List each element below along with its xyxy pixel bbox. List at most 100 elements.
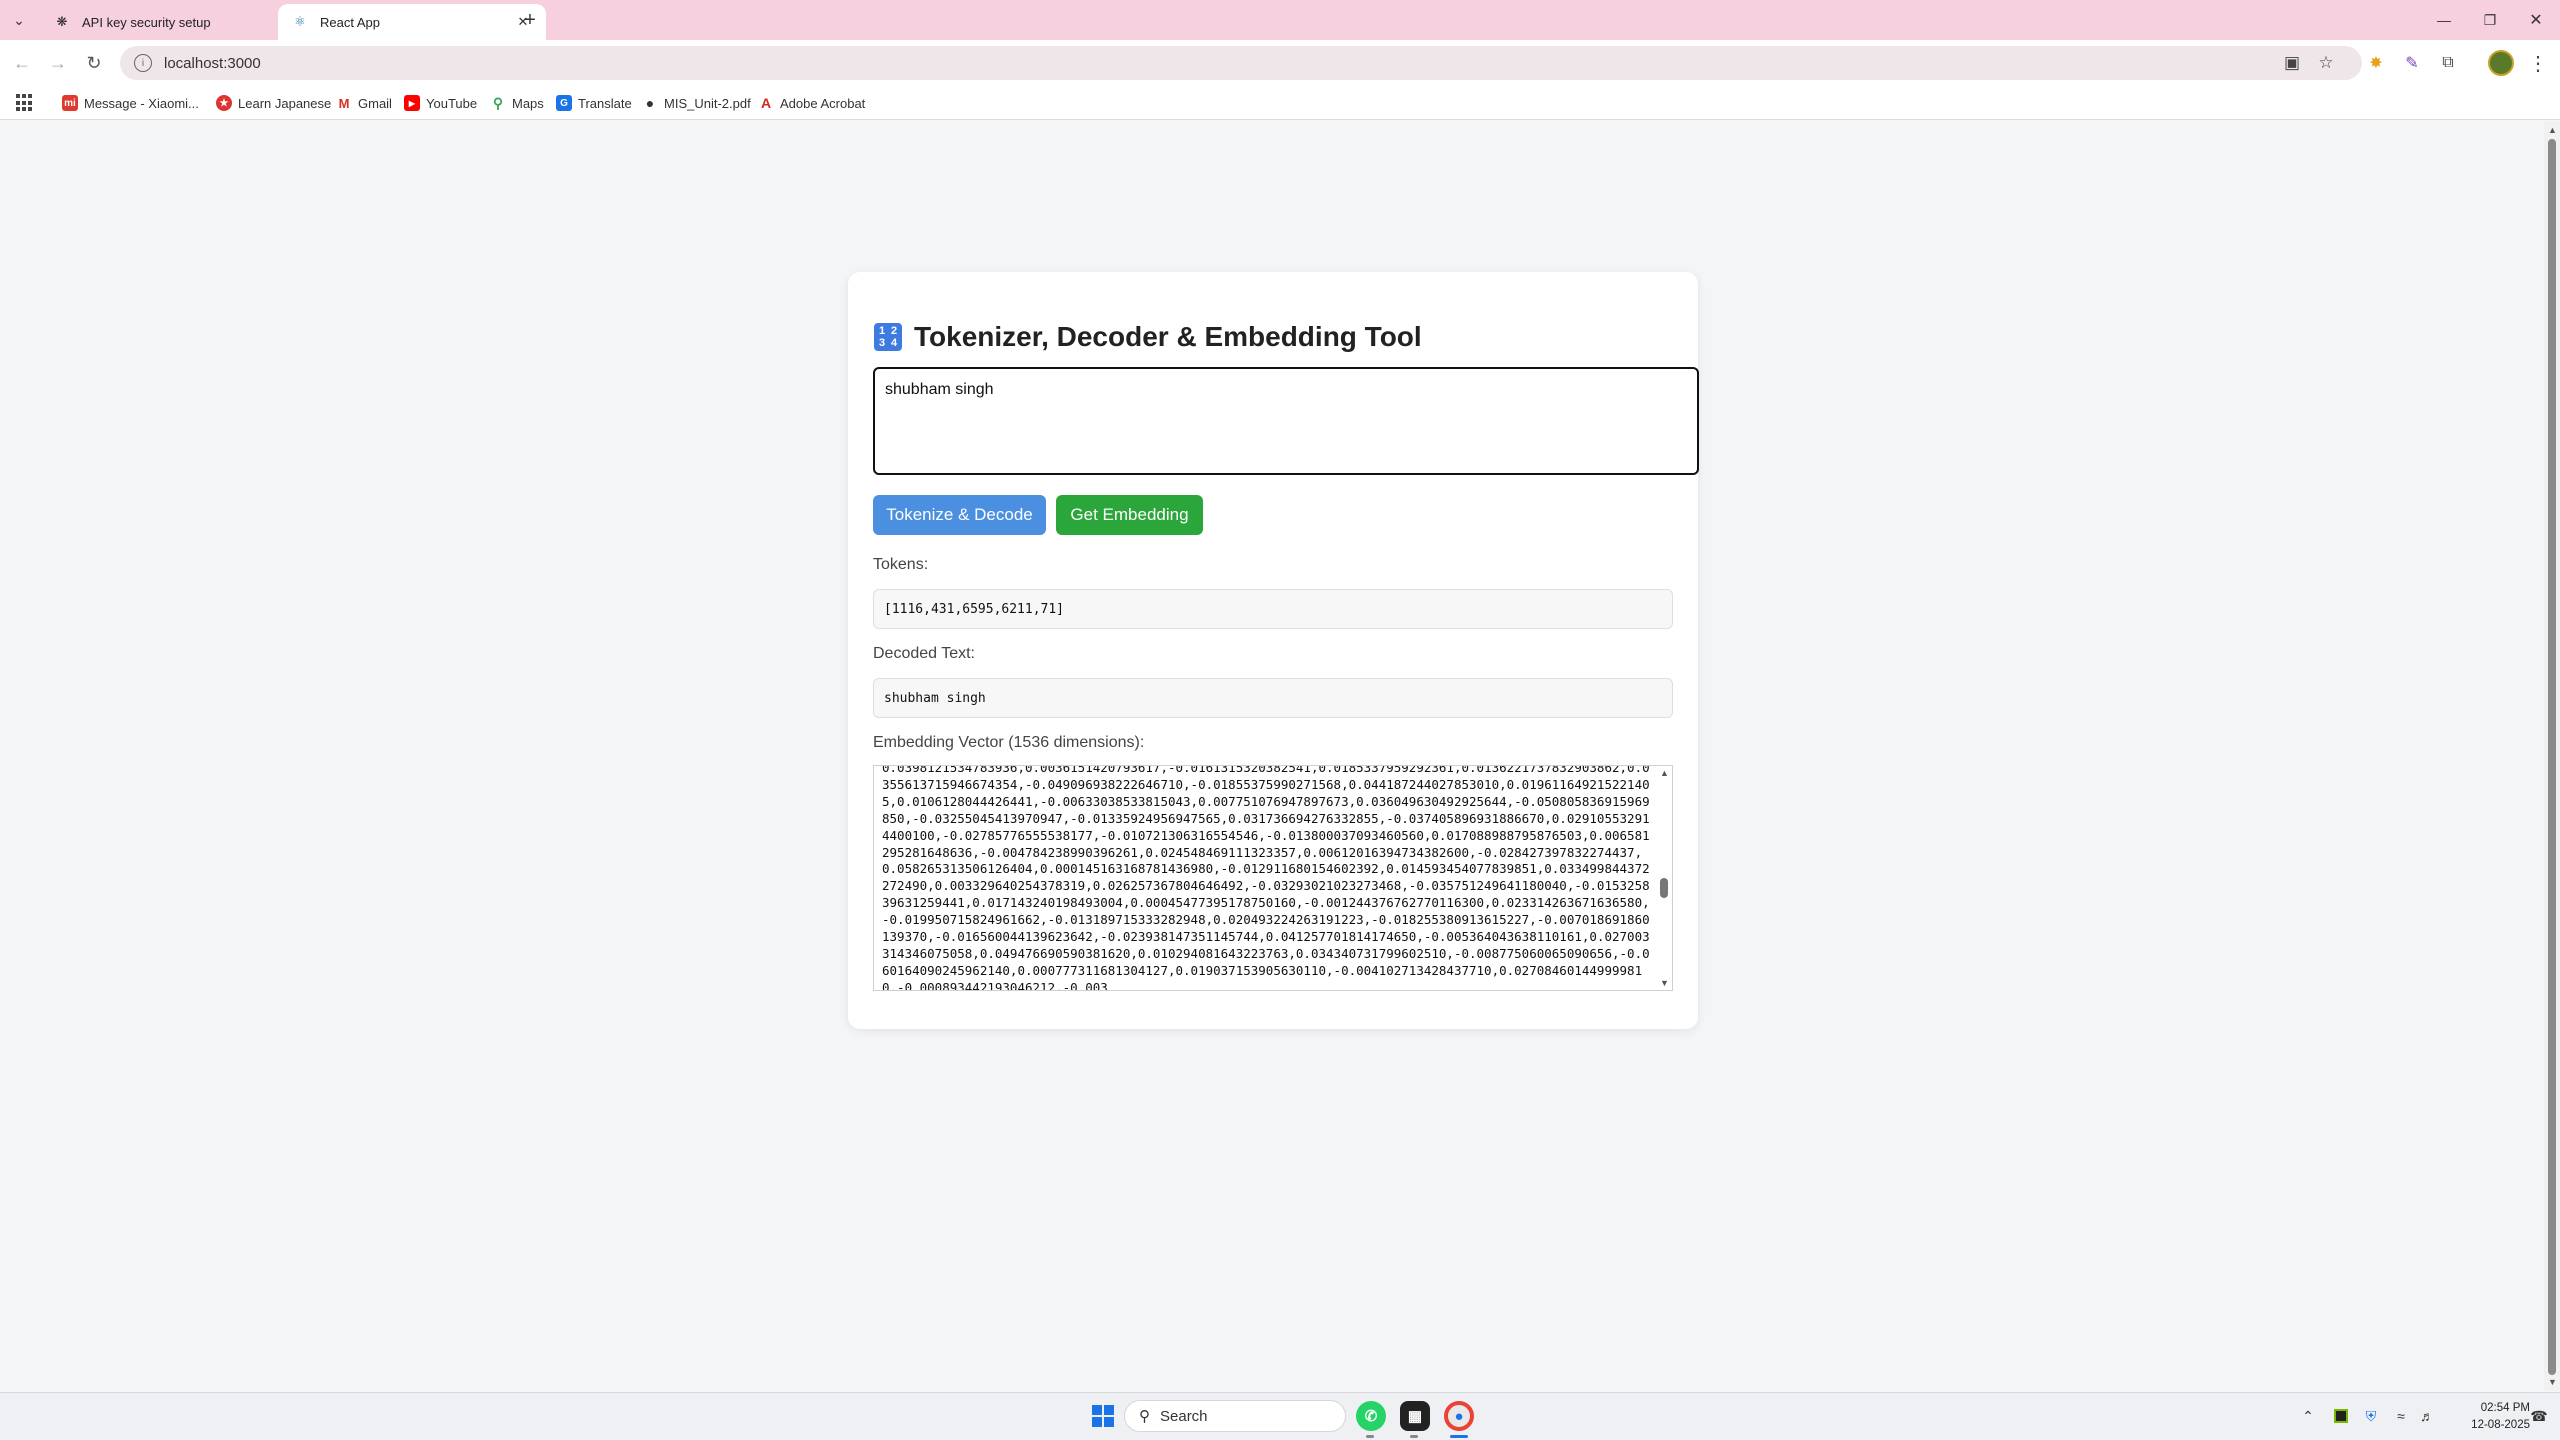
embedding-scrollbar[interactable]: ▲ ▼ bbox=[1656, 766, 1672, 990]
translate-icon: G bbox=[556, 95, 572, 111]
bookmark-gmail[interactable]: M Gmail bbox=[336, 93, 392, 113]
tab-react-app[interactable]: ⚛ React App ✕ bbox=[278, 4, 546, 40]
chevron-down-icon: ⌄ bbox=[13, 11, 25, 28]
page-viewport: 1 2 3 4 Tokenizer, Decoder & Embedding T… bbox=[0, 121, 2543, 1391]
terminal-app-icon[interactable]: ▦ bbox=[1400, 1401, 1430, 1431]
nvidia-icon[interactable] bbox=[2332, 1405, 2350, 1427]
browser-toolbar: ← → ↻ i localhost:3000 ▣ ☆ ✸ ✎ ⧉ ⋮ bbox=[0, 40, 2560, 86]
notification-bell-icon[interactable]: ☎ bbox=[2530, 1405, 2548, 1427]
tokens-output: [1116,431,6595,6211,71] bbox=[873, 589, 1673, 629]
bookmark-label: Translate bbox=[578, 95, 632, 111]
more-menu-icon[interactable]: ⋮ bbox=[2526, 51, 2550, 75]
title-text: Tokenizer, Decoder & Embedding Tool bbox=[914, 321, 1422, 352]
bookmark-label: Learn Japanese bbox=[238, 95, 332, 111]
maps-icon: ⚲ bbox=[490, 95, 506, 111]
search-placeholder: Search bbox=[1160, 1407, 1208, 1425]
globe-icon: ● bbox=[642, 95, 658, 111]
bookmark-maps[interactable]: ⚲ Maps bbox=[490, 93, 544, 113]
decoded-text-label: Decoded Text: bbox=[873, 645, 975, 662]
app-indicator bbox=[1366, 1435, 1374, 1438]
forward-button[interactable]: → bbox=[44, 49, 72, 77]
scroll-down-icon[interactable]: ▼ bbox=[2548, 1377, 2557, 1387]
tab-title: API key security setup bbox=[82, 14, 211, 30]
bookmark-label: MIS_Unit-2.pdf bbox=[664, 95, 751, 111]
back-button[interactable]: ← bbox=[8, 49, 36, 77]
chevron-up-icon[interactable]: ⌃ bbox=[2300, 1405, 2316, 1427]
scroll-down-icon[interactable]: ▼ bbox=[1660, 978, 1669, 988]
embedding-output[interactable]: 0.0398121534783936,0.0036151420793617,-0… bbox=[873, 765, 1673, 991]
tab-strip: ⌄ ❋ API key security setup ✕ ⚛ React App… bbox=[0, 0, 2560, 40]
whatsapp-icon[interactable]: ✆ bbox=[1356, 1401, 1386, 1431]
install-app-icon[interactable]: ▣ bbox=[2280, 51, 2304, 75]
embedding-vector-text: 0.0398121534783936,0.0036151420793617,-0… bbox=[882, 765, 1650, 991]
numbers-icon: 1 2 3 4 bbox=[874, 323, 902, 351]
tokenize-decode-button[interactable]: Tokenize & Decode bbox=[873, 495, 1046, 535]
date: 12-08-2025 bbox=[2471, 1419, 2530, 1431]
bookmark-label: YouTube bbox=[426, 95, 478, 111]
bookmark-label: Message - Xiaomi... bbox=[84, 95, 199, 111]
extensions-icon[interactable]: ⧉ bbox=[2436, 51, 2460, 75]
minimize-button[interactable]: — bbox=[2428, 6, 2460, 34]
scroll-thumb[interactable] bbox=[2548, 139, 2556, 1375]
apps-grid-icon[interactable] bbox=[16, 94, 34, 112]
text-input[interactable]: shubham singh bbox=[873, 367, 1699, 475]
bookmark-mis-unit-2[interactable]: ● MIS_Unit-2.pdf bbox=[642, 93, 751, 113]
bookmark-xiaomi[interactable]: mi Message - Xiaomi... bbox=[62, 93, 199, 113]
japanese-icon: ★ bbox=[216, 95, 232, 111]
tool-card: 1 2 3 4 Tokenizer, Decoder & Embedding T… bbox=[848, 272, 1699, 1029]
arrow-left-icon: ← bbox=[13, 52, 31, 73]
gmail-icon: M bbox=[336, 95, 352, 111]
reload-button[interactable]: ↻ bbox=[80, 49, 108, 77]
time: 02:54 PM bbox=[2480, 1402, 2530, 1414]
bookmark-youtube[interactable]: ▶ YouTube bbox=[404, 93, 477, 113]
search-icon: ⚲ bbox=[1139, 1408, 1150, 1425]
bookmark-adobe-acrobat[interactable]: A Adobe Acrobat bbox=[758, 93, 865, 113]
bookmarks-bar: mi Message - Xiaomi... ★ Learn Japanese … bbox=[0, 86, 2560, 120]
chrome-icon[interactable]: ● bbox=[1444, 1401, 1474, 1431]
restore-button[interactable]: ❐ bbox=[2474, 6, 2506, 34]
minimize-icon: — bbox=[2437, 12, 2451, 28]
avatar[interactable] bbox=[2488, 50, 2514, 76]
bookmark-label: Adobe Acrobat bbox=[780, 95, 866, 111]
bookmark-translate[interactable]: G Translate bbox=[556, 93, 632, 113]
page-title: 1 2 3 4 Tokenizer, Decoder & Embedding T… bbox=[874, 321, 1422, 353]
bookmark-label: Maps bbox=[512, 95, 544, 111]
decoded-text-output: shubham singh bbox=[873, 678, 1673, 718]
react-icon: ⚛ bbox=[294, 14, 306, 29]
tab-title: React App bbox=[320, 14, 380, 30]
close-icon: ✕ bbox=[2529, 12, 2543, 29]
bookmark-star-icon[interactable]: ☆ bbox=[2314, 51, 2338, 75]
acrobat-icon: A bbox=[758, 95, 774, 111]
volume-icon[interactable]: ♬ bbox=[2418, 1405, 2436, 1427]
address-bar[interactable]: i localhost:3000 bbox=[120, 46, 2362, 80]
close-window-button[interactable]: ✕ bbox=[2520, 6, 2552, 34]
taskbar-search[interactable]: ⚲ Search bbox=[1124, 1400, 1346, 1432]
tokens-label: Tokens: bbox=[873, 556, 929, 573]
taskbar: ⚲ Search ✆ ▦ ● ⌃ ⛨ ≈ ♬ 02:54 PM 12-08-20… bbox=[0, 1392, 2560, 1440]
shield-icon[interactable]: ⛨ bbox=[2362, 1405, 2380, 1427]
xiaomi-icon: mi bbox=[62, 95, 78, 111]
restore-icon: ❐ bbox=[2483, 11, 2497, 28]
app-indicator-active bbox=[1450, 1435, 1468, 1438]
youtube-icon: ▶ bbox=[404, 95, 420, 111]
url-text: localhost:3000 bbox=[164, 54, 261, 72]
site-info-icon[interactable]: i bbox=[134, 54, 152, 72]
clock[interactable]: 02:54 PM 12-08-2025 bbox=[2440, 1400, 2530, 1434]
page-scrollbar[interactable]: ▲ ▼ bbox=[2544, 121, 2560, 1391]
tab-search-button[interactable]: ⌄ bbox=[6, 8, 32, 32]
scroll-up-icon[interactable]: ▲ bbox=[1660, 768, 1669, 778]
arrow-right-icon: → bbox=[49, 52, 67, 73]
get-embedding-button[interactable]: Get Embedding bbox=[1056, 495, 1203, 535]
new-tab-button[interactable]: + bbox=[518, 8, 542, 32]
extension-puzzle-orange-icon[interactable]: ✸ bbox=[2364, 51, 2388, 75]
windows-start-icon[interactable] bbox=[1092, 1405, 1114, 1427]
chatgpt-icon: ❋ bbox=[56, 14, 68, 29]
plus-icon: + bbox=[524, 8, 536, 31]
pen-icon[interactable]: ✎ bbox=[2400, 51, 2424, 75]
embedding-label: Embedding Vector (1536 dimensions): bbox=[873, 734, 1145, 751]
scroll-up-icon[interactable]: ▲ bbox=[2548, 125, 2557, 135]
bookmark-learn-japanese[interactable]: ★ Learn Japanese bbox=[216, 93, 331, 113]
wifi-icon[interactable]: ≈ bbox=[2392, 1405, 2410, 1427]
tab-api-key-security[interactable]: ❋ API key security setup ✕ bbox=[40, 4, 308, 40]
scroll-thumb[interactable] bbox=[1660, 878, 1668, 898]
